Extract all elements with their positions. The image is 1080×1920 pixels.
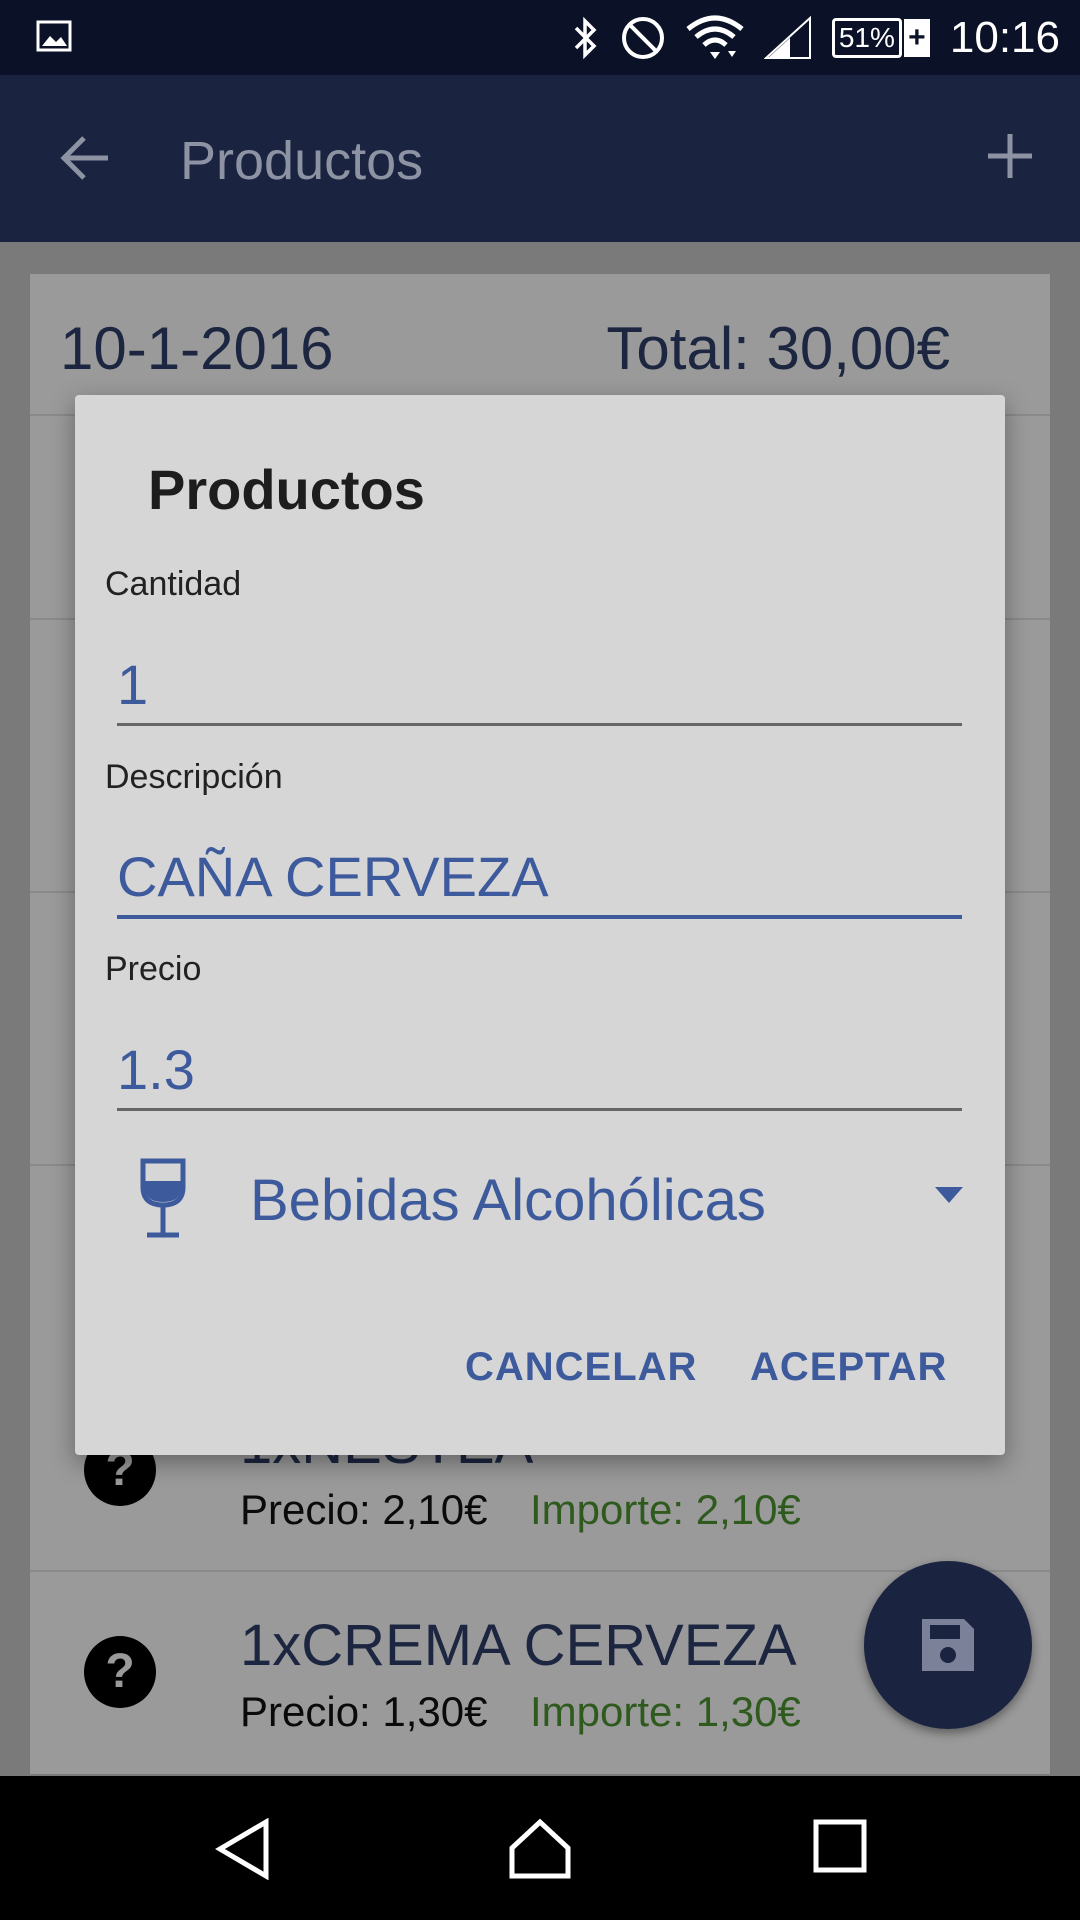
list-total: Total: 30,00€ — [606, 315, 950, 382]
item-price: Precio: 2,10€ — [240, 1486, 488, 1533]
battery-charging-icon: 51% + — [831, 17, 930, 58]
item-price: Precio: 1,30€ — [240, 1688, 488, 1735]
save-fab-button[interactable] — [864, 1561, 1032, 1729]
status-bar: 51% + 10:16 — [0, 0, 1080, 75]
save-icon — [922, 1619, 974, 1671]
system-navigation-bar — [0, 1776, 1080, 1920]
category-select[interactable]: Bebidas Alcohólicas — [135, 1155, 965, 1245]
battery-level: 51% — [831, 17, 902, 58]
cantidad-label: Cantidad — [105, 565, 242, 603]
item-name: 1xCREMA CERVEZA — [240, 1613, 797, 1678]
item-importe: Importe: 2,10€ — [530, 1486, 801, 1533]
precio-label: Precio — [105, 950, 202, 988]
item-importe: Importe: 1,30€ — [530, 1688, 801, 1735]
nav-recents-icon[interactable] — [812, 1818, 868, 1874]
back-arrow-icon[interactable] — [58, 131, 112, 185]
cancel-button[interactable]: CANCELAR — [465, 1345, 697, 1390]
bluetooth-icon — [574, 16, 597, 59]
list-date: 10-1-2016 — [60, 315, 334, 382]
descripcion-input[interactable] — [117, 837, 962, 919]
app-bar: Productos — [0, 75, 1080, 242]
wine-glass-icon — [140, 1158, 186, 1238]
nav-home-icon[interactable] — [508, 1818, 572, 1880]
precio-input[interactable] — [117, 1030, 962, 1111]
image-icon — [36, 20, 72, 52]
cantidad-input[interactable] — [117, 645, 962, 726]
accept-button[interactable]: ACEPTAR — [750, 1345, 947, 1390]
category-selected-label: Bebidas Alcohólicas — [250, 1168, 766, 1233]
descripcion-label: Descripción — [105, 758, 283, 796]
wifi-icon — [686, 15, 744, 59]
add-icon[interactable] — [985, 131, 1035, 181]
signal-icon — [763, 15, 811, 59]
unknown-category-icon: ? — [84, 1636, 156, 1708]
dialog-title: Productos — [148, 458, 425, 521]
product-dialog: Productos Cantidad Descripción Precio Be… — [75, 395, 1005, 1455]
do-not-disturb-icon — [621, 16, 664, 59]
app-bar-title: Productos — [180, 131, 424, 191]
dropdown-arrow-icon — [935, 1187, 963, 1203]
nav-back-icon[interactable] — [214, 1818, 272, 1880]
clock: 10:16 — [949, 12, 1060, 62]
